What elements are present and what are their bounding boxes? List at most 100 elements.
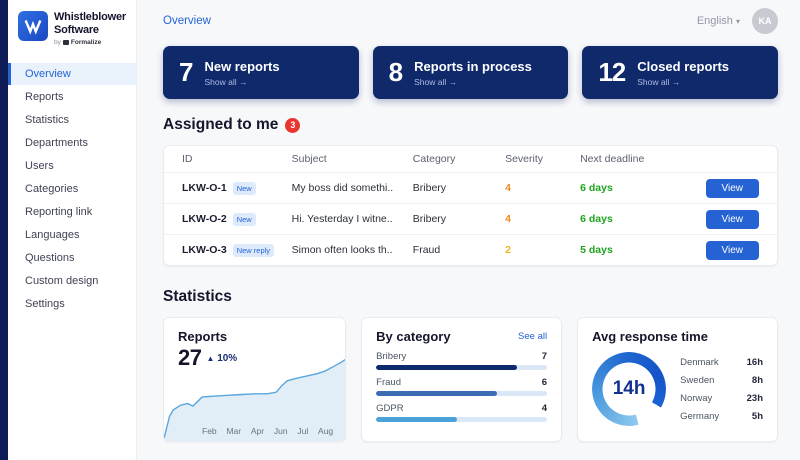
byline-text: by bbox=[54, 39, 61, 46]
formalize-logo-icon bbox=[63, 40, 69, 45]
sidebar-item-settings[interactable]: Settings bbox=[8, 293, 136, 315]
stat-value: 12 bbox=[598, 57, 625, 88]
category-value: 7 bbox=[542, 351, 547, 362]
col-header-id: ID bbox=[182, 153, 292, 165]
view-button[interactable]: View bbox=[706, 179, 760, 198]
sidebar-item-categories[interactable]: Categories bbox=[8, 178, 136, 200]
show-all-link[interactable]: Show all → bbox=[414, 77, 532, 87]
bar-fill bbox=[376, 417, 457, 422]
sidebar-item-statistics[interactable]: Statistics bbox=[8, 109, 136, 131]
country-row: Denmark 16h bbox=[680, 353, 763, 371]
reports-change-value: 10% bbox=[217, 353, 237, 364]
see-all-link[interactable]: See all bbox=[518, 331, 547, 342]
category-bar-row: Fraud 6 bbox=[376, 377, 547, 396]
whistleblower-logo-icon bbox=[18, 11, 48, 41]
category-label: Bribery bbox=[376, 351, 406, 362]
bar-fill bbox=[376, 391, 497, 396]
arrow-right-icon: → bbox=[239, 77, 248, 87]
show-all-label: Show all bbox=[637, 77, 669, 87]
x-tick: Jun bbox=[274, 426, 288, 436]
country-row: Germany 5h bbox=[680, 407, 763, 425]
sidebar-item-questions[interactable]: Questions bbox=[8, 247, 136, 269]
reports-chart-card: Reports 27 ▲ 10% Feb Mar bbox=[163, 317, 346, 442]
sidebar-item-departments[interactable]: Departments bbox=[8, 132, 136, 154]
left-accent-rail bbox=[0, 0, 8, 460]
stat-title: Closed reports bbox=[637, 59, 729, 74]
country-value: 5h bbox=[752, 411, 763, 422]
sidebar: Whistleblower Software by Formalize Over… bbox=[8, 0, 137, 460]
stat-card-new-reports[interactable]: 7 New reports Show all → bbox=[163, 46, 359, 99]
table-row[interactable]: LKW-O-3 New reply Simon often looks th..… bbox=[164, 234, 777, 265]
country-label: Norway bbox=[680, 393, 712, 404]
reports-chart-title: Reports bbox=[178, 329, 237, 344]
status-badge: New bbox=[233, 182, 256, 195]
sidebar-nav: Overview Reports Statistics Departments … bbox=[8, 63, 136, 315]
statistics-heading: Statistics bbox=[163, 288, 778, 306]
show-all-label: Show all bbox=[204, 77, 236, 87]
reports-chart-header: Reports 27 ▲ 10% bbox=[178, 329, 237, 371]
response-time-donut: 14h bbox=[592, 352, 666, 426]
status-badge: New bbox=[233, 213, 256, 226]
col-header-severity: Severity bbox=[505, 153, 580, 165]
report-category: Fraud bbox=[413, 244, 505, 256]
report-id: LKW-O-1 bbox=[182, 182, 227, 194]
brand-logo-block[interactable]: Whistleblower Software by Formalize bbox=[8, 0, 136, 55]
avg-response-title: Avg response time bbox=[592, 329, 763, 344]
assigned-to-me-heading: Assigned to me 3 bbox=[163, 116, 778, 134]
table-row[interactable]: LKW-O-1 New My boss did somethi.. Briber… bbox=[164, 172, 777, 203]
breadcrumb[interactable]: Overview bbox=[163, 15, 211, 27]
reports-total-value: 27 bbox=[178, 345, 201, 371]
country-label: Sweden bbox=[680, 375, 714, 386]
stat-card-reports-in-process[interactable]: 8 Reports in process Show all → bbox=[373, 46, 569, 99]
sidebar-item-languages[interactable]: Languages bbox=[8, 224, 136, 246]
sidebar-item-reports[interactable]: Reports bbox=[8, 86, 136, 108]
report-severity: 2 bbox=[505, 244, 580, 256]
by-category-card: By category See all Bribery 7 Fraud 6 bbox=[361, 317, 562, 442]
country-row: Norway 23h bbox=[680, 389, 763, 407]
brand-name-line2: Software bbox=[54, 24, 126, 37]
language-selector[interactable]: English ▾ bbox=[697, 15, 740, 27]
sidebar-item-custom-design[interactable]: Custom design bbox=[8, 270, 136, 292]
brand-name-line1: Whistleblower bbox=[54, 11, 126, 24]
sidebar-item-users[interactable]: Users bbox=[8, 155, 136, 177]
report-deadline: 6 days bbox=[580, 213, 678, 225]
category-label: Fraud bbox=[376, 377, 401, 388]
x-tick: Feb bbox=[202, 426, 217, 436]
table-header-row: ID Subject Category Severity Next deadli… bbox=[164, 146, 777, 172]
report-severity: 4 bbox=[505, 182, 580, 194]
category-bar-row: Bribery 7 bbox=[376, 351, 547, 370]
country-value: 8h bbox=[752, 375, 763, 386]
topbar-right: English ▾ KA bbox=[697, 8, 778, 34]
view-button[interactable]: View bbox=[706, 241, 760, 260]
category-value: 6 bbox=[542, 377, 547, 388]
show-all-link[interactable]: Show all → bbox=[204, 77, 279, 87]
bar-track bbox=[376, 365, 547, 370]
country-value: 16h bbox=[747, 357, 763, 368]
view-button[interactable]: View bbox=[706, 210, 760, 229]
report-category: Bribery bbox=[413, 213, 505, 225]
category-value: 4 bbox=[542, 403, 547, 414]
report-subject: Simon often looks th.. bbox=[292, 244, 413, 256]
report-subject: Hi. Yesterday I witne.. bbox=[292, 213, 413, 225]
x-tick: Mar bbox=[226, 426, 241, 436]
report-id: LKW-O-2 bbox=[182, 213, 227, 225]
category-bar-row: GDPR 4 bbox=[376, 403, 547, 422]
bar-fill bbox=[376, 365, 517, 370]
stat-title: New reports bbox=[204, 59, 279, 74]
avg-response-card: Avg response time 14h Denmark 16h Sweden bbox=[577, 317, 778, 442]
byline-brand-text: Formalize bbox=[71, 39, 101, 46]
avatar[interactable]: KA bbox=[752, 8, 778, 34]
col-header-subject: Subject bbox=[292, 153, 413, 165]
main-content: Overview English ▾ KA 7 New reports Show… bbox=[137, 0, 800, 460]
top-bar: Overview English ▾ KA bbox=[163, 0, 778, 42]
table-row[interactable]: LKW-O-2 New Hi. Yesterday I witne.. Brib… bbox=[164, 203, 777, 234]
sidebar-item-reporting-link[interactable]: Reporting link bbox=[8, 201, 136, 223]
stat-value: 7 bbox=[179, 57, 192, 88]
arrow-right-icon: → bbox=[449, 77, 458, 87]
sidebar-item-overview[interactable]: Overview bbox=[8, 63, 136, 85]
stat-cards-row: 7 New reports Show all → 8 Reports in pr… bbox=[163, 46, 778, 99]
stat-title: Reports in process bbox=[414, 59, 532, 74]
stat-card-closed-reports[interactable]: 12 Closed reports Show all → bbox=[582, 46, 778, 99]
report-category: Bribery bbox=[413, 182, 505, 194]
show-all-link[interactable]: Show all → bbox=[637, 77, 729, 87]
